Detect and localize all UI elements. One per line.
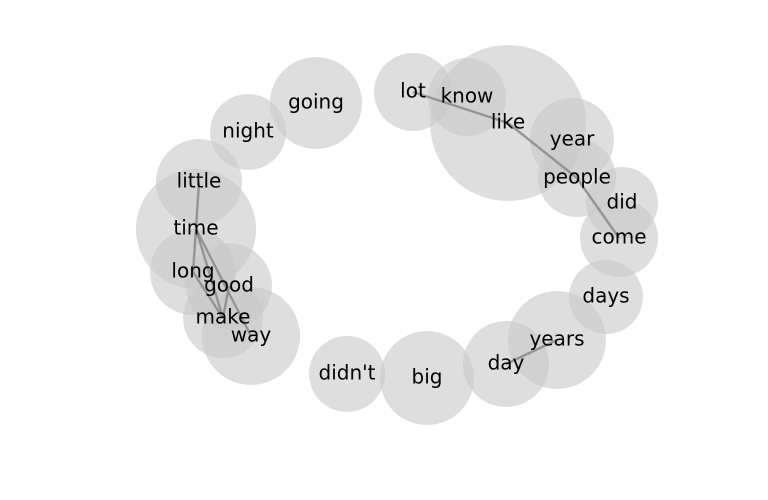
word-label-come: come <box>591 225 646 249</box>
word-label-lot: lot <box>400 79 426 103</box>
word-label-night: night <box>222 119 274 143</box>
word-label-like: like <box>491 110 525 134</box>
word-label-little: little <box>177 169 222 193</box>
word-label-years: years <box>529 327 584 351</box>
word-label-did: did <box>607 190 638 214</box>
word-label-people: people <box>543 165 611 189</box>
word-label-time: time <box>173 216 218 240</box>
word-label-didnt: didn't <box>319 361 376 385</box>
word-label-make: make <box>196 305 251 329</box>
word-label-day: day <box>488 351 525 375</box>
word-label-going: going <box>288 90 344 114</box>
word-network-diagram: like know lot year people did come days years day… <box>0 0 768 500</box>
word-label-long: long <box>171 259 214 283</box>
word-label-days: days <box>582 284 629 308</box>
word-label-year: year <box>550 127 595 151</box>
word-label-big: big <box>412 365 443 389</box>
word-network-svg: likeknowlot year peopledid come days yearsday… <box>136 45 658 425</box>
word-label-know: know <box>441 84 494 108</box>
